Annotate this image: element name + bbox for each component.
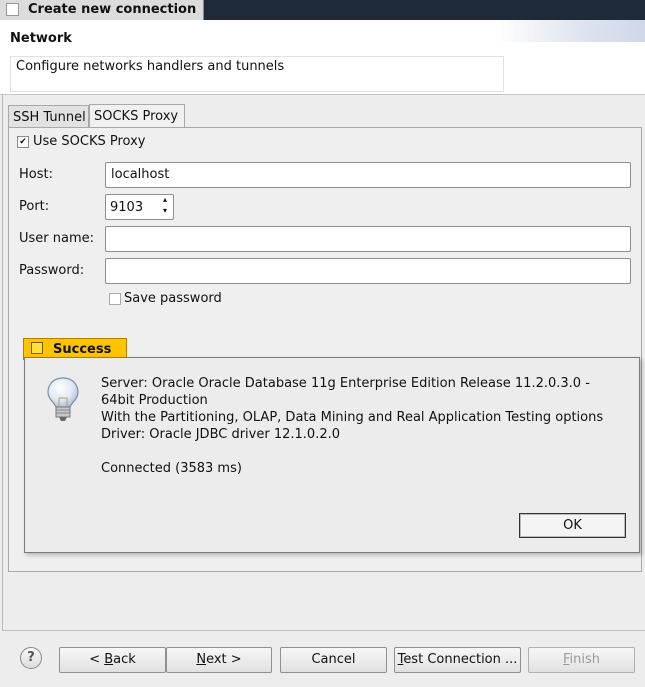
test-connection-button[interactable]: Test Connection ... bbox=[394, 647, 521, 673]
window-menu-icon[interactable] bbox=[6, 3, 19, 16]
window-title: Create new connection bbox=[28, 2, 197, 17]
cancel-button[interactable]: Cancel bbox=[280, 647, 387, 673]
ok-button[interactable]: OK bbox=[519, 513, 626, 538]
message-line-2: 64bit Production bbox=[101, 393, 208, 408]
page-title: Network bbox=[10, 31, 72, 46]
back-button[interactable]: < Back bbox=[59, 647, 166, 673]
tab-ssh-tunnel[interactable]: SSH Tunnel bbox=[8, 105, 89, 127]
finish-button[interactable]: Finish bbox=[528, 647, 635, 673]
save-password-label[interactable]: Save password bbox=[124, 291, 222, 306]
port-value[interactable]: 9103 bbox=[110, 200, 143, 215]
spinner-down-icon[interactable]: ▾ bbox=[163, 207, 167, 215]
next-label-rest: ext > bbox=[206, 652, 242, 667]
password-label: Password: bbox=[19, 263, 85, 278]
back-prefix: < bbox=[89, 652, 105, 667]
message-line-3: With the Partitioning, OLAP, Data Mining… bbox=[101, 410, 604, 425]
host-label: Host: bbox=[19, 167, 53, 182]
header-banner-graphic bbox=[495, 20, 645, 42]
message-line-4: Driver: Oracle JDBC driver 12.1.0.2.0 bbox=[101, 427, 340, 442]
test-label-rest: est Connection ... bbox=[403, 652, 518, 667]
help-icon[interactable]: ? bbox=[20, 647, 42, 669]
use-socks-label[interactable]: Use SOCKS Proxy bbox=[33, 134, 146, 149]
port-label: Port: bbox=[19, 199, 50, 214]
message-line-1: Server: Oracle Oracle Database 11g Enter… bbox=[101, 376, 590, 391]
password-field[interactable] bbox=[105, 258, 631, 284]
spinner-up-icon[interactable]: ▴ bbox=[163, 196, 167, 204]
message-connected: Connected (3583 ms) bbox=[101, 461, 242, 476]
next-mnemonic: N bbox=[196, 652, 207, 667]
tab-socks-proxy[interactable]: SOCKS Proxy bbox=[89, 104, 185, 127]
finish-label-rest: inish bbox=[569, 652, 601, 667]
back-mnemonic: B bbox=[104, 652, 114, 667]
username-label: User name: bbox=[19, 231, 95, 246]
page-description: Configure networks handlers and tunnels bbox=[16, 59, 285, 74]
host-field[interactable]: localhost bbox=[105, 162, 631, 188]
use-socks-checkbox[interactable]: ✔ bbox=[17, 136, 29, 148]
save-password-checkbox[interactable] bbox=[109, 293, 121, 305]
username-field[interactable] bbox=[105, 226, 631, 252]
success-icon bbox=[31, 342, 43, 354]
back-label-rest: ack bbox=[113, 652, 136, 667]
lightbulb-icon bbox=[47, 377, 79, 421]
footer-separator bbox=[2, 630, 645, 631]
success-title: Success bbox=[53, 342, 112, 357]
next-button[interactable]: Next > bbox=[166, 647, 272, 673]
